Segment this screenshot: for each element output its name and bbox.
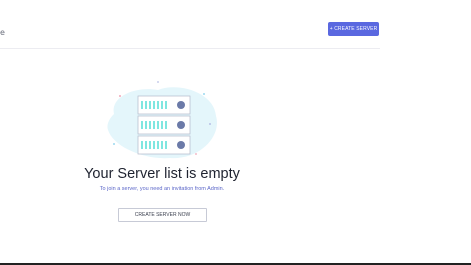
empty-state-title: Your Server list is empty xyxy=(84,166,240,182)
top-bar: e + CREATE SERVER xyxy=(0,0,380,49)
create-server-button[interactable]: + CREATE SERVER xyxy=(328,22,379,36)
create-server-now-button[interactable]: CREATE SERVER NOW xyxy=(118,208,207,222)
server-rack-icon xyxy=(107,81,217,159)
header-partial-text: e xyxy=(0,28,5,37)
empty-state-subtitle: To join a server, you need an invitation… xyxy=(99,186,225,192)
